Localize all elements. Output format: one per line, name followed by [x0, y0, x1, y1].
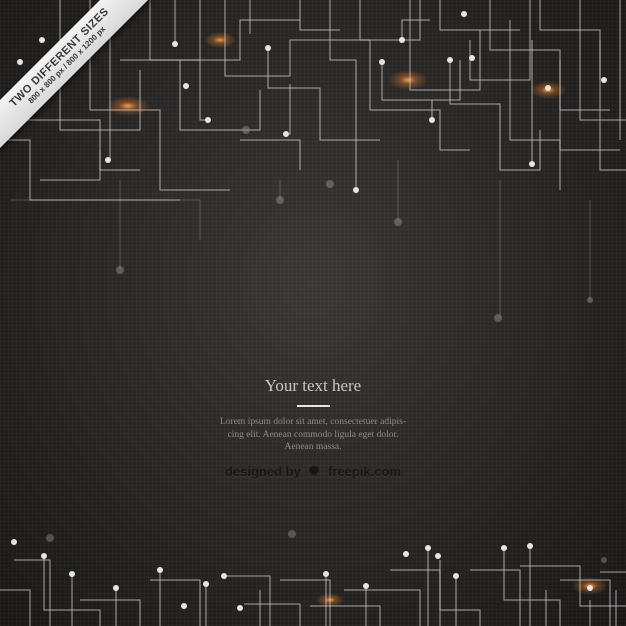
- circuit-glows: [106, 32, 608, 607]
- body-line-3: Aenean massa.: [284, 442, 342, 452]
- circuit-top-faint-nodes: [116, 126, 593, 322]
- circuit-bottom-faint-nodes: [46, 530, 607, 563]
- body-text: Lorem ipsum dolor sit amet, consectetuer…: [0, 416, 626, 454]
- credit-prefix: designed by: [224, 464, 301, 479]
- freepik-logo-icon: [307, 465, 321, 480]
- circuit-lines-graphic: [0, 0, 626, 626]
- circuit-bottom: [0, 546, 626, 626]
- circuit-top-faint: [10, 160, 591, 318]
- page-title: Your text here: [264, 376, 362, 395]
- body-line-1: Lorem ipsum dolor sit amet, consectetuer…: [220, 417, 406, 427]
- credit-brand: freepik.com: [328, 464, 402, 479]
- background-canvas: TWO DIFFERENT SIZES 800 x 800 px / 800 x…: [0, 0, 626, 626]
- title-underline: [297, 405, 330, 407]
- designer-credit: designed by freepik.com: [0, 464, 626, 480]
- body-line-2: cing elit. Aenean commodo ligula eget do…: [227, 429, 399, 440]
